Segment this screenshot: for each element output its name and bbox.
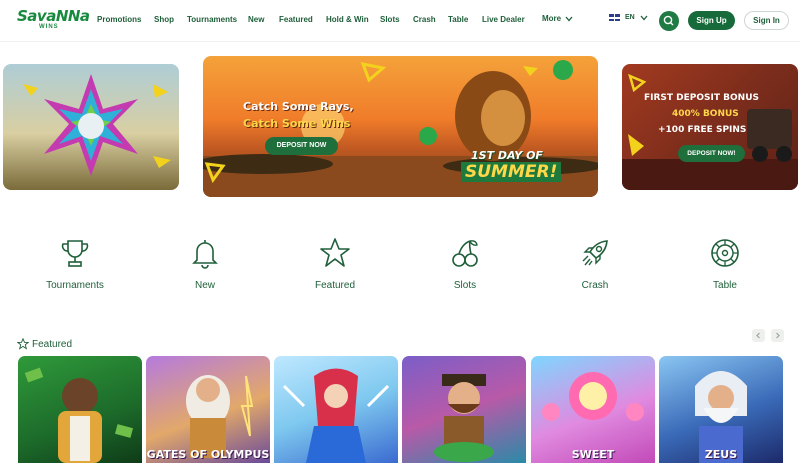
game-art <box>434 374 494 462</box>
game-tile-3[interactable] <box>274 356 398 463</box>
category-label: Slots <box>453 280 477 291</box>
featured-title-text: Featured <box>32 338 73 350</box>
nav-featured[interactable]: Featured <box>279 15 313 24</box>
bonus-free-spins: +100 FREE SPINS <box>658 125 747 135</box>
star-outline-icon <box>17 338 29 350</box>
game-art <box>186 375 254 458</box>
uk-flag-icon <box>609 14 620 21</box>
cherry-icon <box>452 240 478 267</box>
logo-subtext: WINS <box>39 24 59 30</box>
game-title: GATES OF OLYMPUS <box>146 448 270 461</box>
chevron-down-icon <box>640 15 648 20</box>
category-label: New <box>194 280 215 291</box>
nav-shop[interactable]: Shop <box>154 15 174 24</box>
banner-subheadline: Catch Some Wins <box>243 117 351 130</box>
language-selector[interactable]: EN <box>609 14 648 21</box>
star-icon <box>320 238 350 267</box>
nav-crash[interactable]: Crash <box>413 15 436 24</box>
chevron-down-icon <box>565 16 573 21</box>
category-table[interactable]: Table <box>680 236 770 291</box>
game-art <box>24 367 134 463</box>
promo-banner-bonus[interactable]: FIRST DEPOSIT BONUS 400% BONUS +100 FREE… <box>622 64 798 190</box>
nav-hold-and-win[interactable]: Hold & Win <box>326 15 369 24</box>
category-label: Featured <box>314 280 356 291</box>
promo-banner-summer[interactable]: Catch Some Rays, Catch Some Wins DEPOSIT… <box>203 56 598 197</box>
game-title: ZEUS <box>704 448 738 461</box>
gem-star-illustration <box>23 74 171 176</box>
chevron-right-icon <box>776 332 780 339</box>
chevron-left-icon <box>756 332 760 339</box>
bell-icon <box>192 240 218 269</box>
summer-tag-line2: SUMMER! <box>461 162 562 182</box>
deposit-now-button[interactable]: DEPOSIT NOW <box>265 137 338 155</box>
category-tournaments[interactable]: Tournaments <box>30 236 120 291</box>
nav-tournaments[interactable]: Tournaments <box>187 15 237 24</box>
logo[interactable]: SavaNNa WINS <box>17 7 90 33</box>
category-new[interactable]: New <box>160 236 250 291</box>
category-slots[interactable]: Slots <box>420 236 510 291</box>
nav-promotions[interactable]: Promotions <box>97 15 141 24</box>
sign-in-button[interactable]: Sign In <box>744 11 789 30</box>
language-label: EN <box>625 14 635 21</box>
category-label: Crash <box>581 280 609 291</box>
banner-headline: Catch Some Rays, <box>243 100 354 113</box>
game-tile-4[interactable] <box>402 356 526 463</box>
logo-text: SavaNNa <box>17 7 90 25</box>
nav-live-dealer[interactable]: Live Dealer <box>482 15 525 24</box>
roulette-icon <box>711 239 739 267</box>
category-crash[interactable]: Crash <box>550 236 640 291</box>
game-art <box>542 372 644 421</box>
bonus-percentage: 400% BONUS <box>672 109 739 119</box>
game-tile-5[interactable]: SWEET <box>531 356 655 463</box>
nav-new[interactable]: New <box>248 15 264 24</box>
nav-more-dropdown[interactable]: More <box>542 14 573 23</box>
trophy-icon <box>61 240 89 267</box>
search-button[interactable] <box>659 11 679 31</box>
rocket-icon <box>582 240 608 266</box>
carousel-prev-button[interactable] <box>752 329 765 342</box>
sign-up-button[interactable]: Sign Up <box>688 11 735 30</box>
game-art <box>695 371 747 463</box>
category-label: Table <box>713 280 737 291</box>
game-art <box>282 368 390 463</box>
nav-table[interactable]: Table <box>448 15 468 24</box>
carousel-next-button[interactable] <box>771 329 784 342</box>
bonus-headline: FIRST DEPOSIT BONUS <box>644 93 759 103</box>
featured-section-title: Featured <box>17 338 72 350</box>
game-tile-2[interactable]: GATES OF OLYMPUS <box>146 356 270 463</box>
deposit-now-button[interactable]: DEPOSIT NOW! <box>678 145 745 162</box>
search-icon <box>663 15 674 26</box>
game-tile-6[interactable]: ZEUS <box>659 356 783 463</box>
promo-banner-left[interactable] <box>3 64 179 190</box>
category-label: Tournaments <box>46 280 104 291</box>
nav-more-label: More <box>542 14 562 23</box>
nav-slots[interactable]: Slots <box>380 15 400 24</box>
site-header: SavaNNa WINS Promotions Shop Tournaments… <box>0 0 800 42</box>
game-tile-1[interactable] <box>18 356 142 463</box>
category-featured[interactable]: Featured <box>290 236 380 291</box>
game-title: SWEET <box>571 448 615 461</box>
summer-tag-line1: 1ST DAY OF <box>471 149 543 162</box>
